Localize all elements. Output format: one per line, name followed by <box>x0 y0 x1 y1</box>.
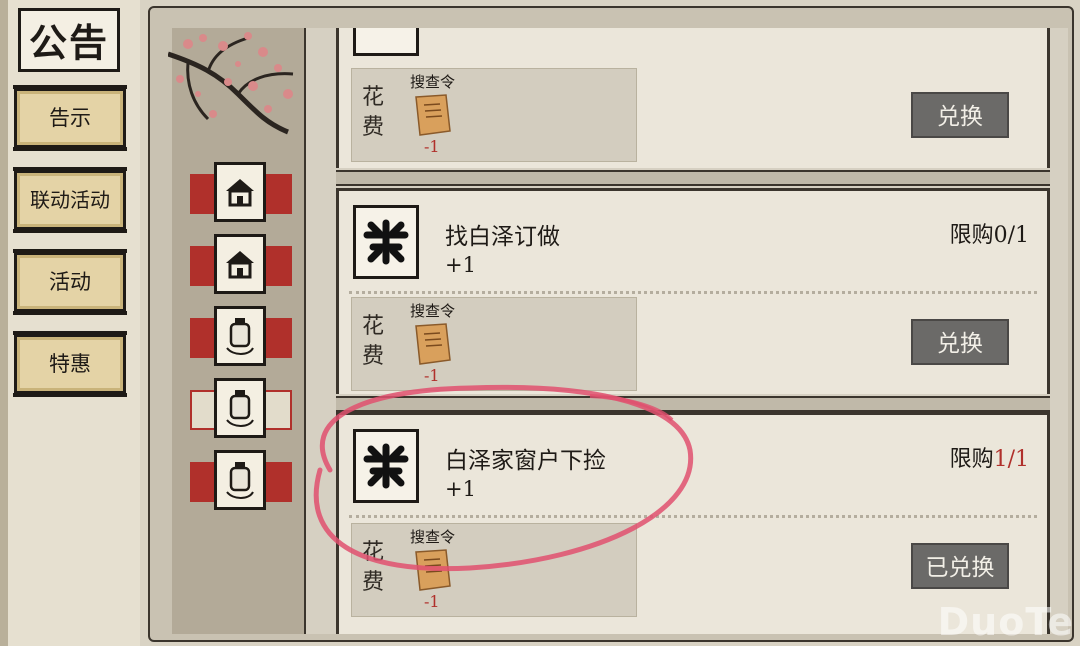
item-gain: +1 <box>445 253 476 277</box>
clue-icon <box>353 429 419 503</box>
nav-item-collab-event[interactable]: 联动活动 <box>13 167 127 233</box>
cost-box: 花费 搜查令 -1 <box>351 523 637 617</box>
search-warrant-icon <box>415 94 451 136</box>
nav-item-event[interactable]: 活动 <box>13 249 127 315</box>
nav-edge <box>0 0 8 646</box>
cost-quantity: -1 <box>424 137 440 156</box>
category-tab-5[interactable] <box>190 450 292 510</box>
reward-tile-partial <box>353 28 419 56</box>
purchase-limit: 限购0/1 <box>950 217 1029 249</box>
list-item: 花费 搜查令 -1 兑换 <box>336 28 1050 168</box>
limit-label: 限购 <box>949 447 994 472</box>
cost-quantity: -1 <box>424 592 440 611</box>
dotted-separator <box>349 291 1037 294</box>
cost-label: 花费 <box>361 540 384 595</box>
purchase-limit: 限购1/1 <box>950 441 1029 473</box>
cost-item-name: 搜查令 <box>410 302 456 320</box>
category-tab-3[interactable] <box>190 306 292 366</box>
bottle-icon <box>214 378 266 438</box>
cost-item-name: 搜查令 <box>410 73 456 91</box>
cost-quantity: -1 <box>424 366 440 385</box>
item-divider <box>336 396 1050 412</box>
search-warrant-icon <box>415 323 451 365</box>
limit-count: 0/1 <box>993 223 1029 248</box>
category-tab-2[interactable] <box>190 234 292 294</box>
house-icon <box>214 234 266 294</box>
dotted-separator <box>349 515 1037 518</box>
nav-item-special-offer[interactable]: 特惠 <box>13 331 127 397</box>
category-tab-1[interactable] <box>190 162 292 222</box>
item-gain: +1 <box>445 477 476 501</box>
cost-label: 花费 <box>361 314 384 369</box>
search-warrant-icon <box>415 549 451 591</box>
item-name: 找白泽订做 <box>445 224 560 250</box>
cost-label: 花费 <box>361 85 384 140</box>
list-item: 找白泽订做 +1 限购0/1 花费 搜查令 -1 兑换 <box>336 188 1050 394</box>
notice-title: 公告 <box>18 8 120 72</box>
limit-label: 限购 <box>949 223 994 248</box>
item-divider <box>336 170 1050 186</box>
category-tab-4[interactable] <box>190 378 292 438</box>
bottle-icon <box>214 306 266 366</box>
exchange-button[interactable]: 兑换 <box>911 92 1009 138</box>
nav-item-notice[interactable]: 告示 <box>13 85 127 151</box>
cost-box: 花费 搜查令 -1 <box>351 297 637 391</box>
exchange-list[interactable]: 花费 搜查令 -1 兑换 找白泽订做 +1 限购0/1 花费 搜查令 -1 兑换… <box>306 28 1068 634</box>
cost-item-name: 搜查令 <box>410 528 456 546</box>
exchanged-button: 已兑换 <box>911 543 1009 589</box>
limit-count: 1/1 <box>993 447 1029 472</box>
cost-box: 花费 搜查令 -1 <box>351 68 637 162</box>
bottle-icon <box>214 450 266 510</box>
exchange-button[interactable]: 兑换 <box>911 319 1009 365</box>
item-name: 白泽家窗户下捡 <box>445 448 606 474</box>
house-icon <box>214 162 266 222</box>
plum-blossom-decoration <box>168 32 294 135</box>
clue-icon <box>353 205 419 279</box>
watermark: DuoTe <box>937 600 1074 644</box>
left-nav: 公告 告示 联动活动 活动 特惠 <box>0 0 140 646</box>
